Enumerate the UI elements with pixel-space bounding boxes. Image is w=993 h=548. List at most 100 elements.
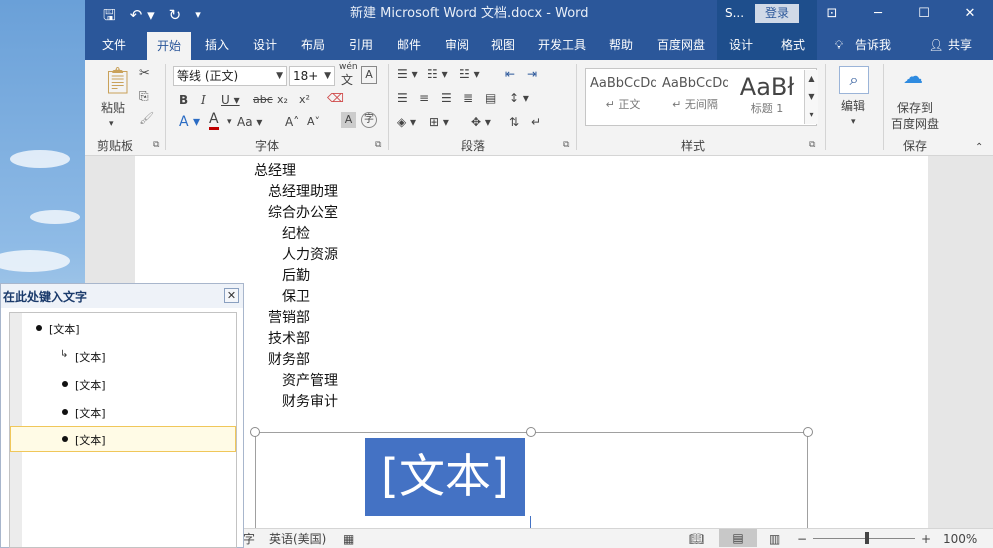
style-heading-1[interactable]: AaBł 标题 1: [734, 72, 800, 122]
tab-home[interactable]: 开始: [147, 32, 191, 60]
decrease-indent-icon[interactable]: ⇤: [505, 66, 515, 82]
paste-button[interactable]: 粘贴: [101, 100, 125, 116]
distributed-icon[interactable]: ▤: [485, 90, 496, 106]
smartart-shape[interactable]: [文本]: [365, 438, 525, 516]
customize-qat-icon[interactable]: ▾: [195, 0, 201, 30]
tab-layout[interactable]: 布局: [293, 30, 333, 60]
grow-font-icon[interactable]: A˄: [285, 114, 299, 130]
clipboard-launcher-icon[interactable]: ⧉: [153, 140, 159, 150]
editing-button[interactable]: 编辑: [841, 98, 865, 114]
zoom-slider-thumb[interactable]: [865, 532, 869, 544]
baidu-netdisk-icon[interactable]: ☁: [903, 66, 923, 86]
macro-recorder-icon[interactable]: ▦: [343, 531, 354, 547]
line-spacing-icon[interactable]: ↕ ▾: [509, 90, 529, 106]
tab-smartart-design[interactable]: 设计: [721, 30, 761, 60]
text-effects-icon[interactable]: A ▾: [179, 114, 200, 130]
align-center-icon[interactable]: ≡: [419, 90, 429, 106]
zoom-out-icon[interactable]: −: [797, 531, 807, 547]
list-item[interactable]: [文本]: [10, 371, 236, 397]
sort-icon[interactable]: ⇅: [509, 114, 519, 130]
login-button[interactable]: 登录: [755, 4, 799, 23]
shrink-font-icon[interactable]: A˅: [307, 114, 320, 130]
italic-icon[interactable]: I: [201, 92, 206, 108]
strikethrough-icon[interactable]: abc: [253, 92, 273, 108]
close-button[interactable]: ✕: [947, 0, 993, 30]
increase-indent-icon[interactable]: ⇥: [527, 66, 537, 82]
language-indicator[interactable]: 英语(美国): [269, 531, 326, 547]
minimize-button[interactable]: ─: [855, 0, 901, 30]
read-mode-icon[interactable]: 📖︎: [689, 531, 704, 547]
redo-icon[interactable]: ↻: [169, 0, 182, 30]
font-color-dropdown-icon[interactable]: ▾: [227, 114, 232, 130]
subscript-icon[interactable]: x₂: [277, 92, 288, 108]
save-icon[interactable]: 🖫: [103, 0, 116, 30]
clear-formatting-icon[interactable]: ⌫: [327, 90, 344, 106]
list-item-selected[interactable]: [文本]: [10, 426, 236, 452]
numbering-icon[interactable]: ☷ ▾: [427, 66, 448, 82]
cut-icon[interactable]: ✂: [139, 66, 150, 82]
underline-icon[interactable]: U ▾: [221, 92, 240, 108]
character-shading-icon[interactable]: A: [341, 112, 356, 128]
shading-icon[interactable]: ◈ ▾: [397, 114, 416, 130]
font-name-combo[interactable]: 等线 (正文) ▼: [173, 66, 287, 86]
ribbon-display-options-icon[interactable]: ⊡: [809, 0, 855, 30]
smartart-frame[interactable]: [255, 432, 808, 542]
font-size-combo[interactable]: 18+ ▼: [289, 66, 335, 86]
enclose-characters-icon[interactable]: 字: [361, 112, 377, 128]
resize-handle[interactable]: [526, 427, 536, 437]
tab-help[interactable]: 帮助: [601, 30, 641, 60]
web-layout-icon[interactable]: ▥: [769, 531, 780, 547]
tab-view[interactable]: 视图: [483, 30, 523, 60]
align-right-icon[interactable]: ☰: [441, 90, 452, 106]
character-border-icon[interactable]: A: [361, 66, 377, 84]
paste-icon[interactable]: 📋︎: [101, 66, 134, 96]
multilevel-list-icon[interactable]: ☳ ▾: [459, 66, 480, 82]
tab-insert[interactable]: 插入: [197, 30, 237, 60]
collapse-ribbon-icon[interactable]: ⌃: [975, 140, 983, 156]
format-painter-icon[interactable]: 🖌︎: [139, 110, 154, 126]
tab-mailings[interactable]: 邮件: [389, 30, 429, 60]
undo-icon[interactable]: ↶ ▾: [130, 0, 155, 30]
borders-icon[interactable]: ⊞ ▾: [429, 114, 449, 130]
style-normal[interactable]: AaBbCcDd ↵ 正文: [590, 72, 656, 122]
styles-scroll[interactable]: ▲ ▼ ▾: [804, 70, 818, 124]
paragraph-launcher-icon[interactable]: ⧉: [563, 140, 569, 150]
find-icon[interactable]: ⌕: [839, 66, 869, 94]
save-to-netdisk-line1[interactable]: 保存到: [897, 100, 933, 116]
maximize-button[interactable]: ☐: [901, 0, 947, 30]
change-case-icon[interactable]: Aa ▾: [237, 114, 262, 130]
tab-references[interactable]: 引用: [341, 30, 381, 60]
close-icon[interactable]: ✕: [224, 288, 239, 303]
list-item[interactable]: [文本]: [10, 399, 236, 425]
tab-format[interactable]: 格式: [773, 30, 813, 60]
zoom-in-icon[interactable]: +: [921, 531, 931, 547]
show-marks-icon[interactable]: ↵: [531, 114, 541, 130]
vertical-scrollbar[interactable]: [928, 156, 993, 528]
zoom-level[interactable]: 100%: [943, 531, 977, 547]
bold-icon[interactable]: B: [179, 92, 188, 108]
phonetic-guide-char[interactable]: 文: [341, 72, 353, 88]
resize-handle[interactable]: [250, 427, 260, 437]
copy-icon[interactable]: ⎘: [139, 88, 149, 104]
justify-icon[interactable]: ≣: [463, 90, 473, 106]
list-item[interactable]: ↳ [文本]: [10, 343, 236, 369]
font-launcher-icon[interactable]: ⧉: [375, 140, 381, 150]
tab-developer[interactable]: 开发工具: [531, 30, 593, 60]
list-item[interactable]: [文本]: [10, 315, 236, 341]
paste-dropdown-icon[interactable]: ▾: [109, 116, 114, 132]
resize-handle[interactable]: [803, 427, 813, 437]
editing-dropdown-icon[interactable]: ▾: [851, 114, 856, 130]
tab-file[interactable]: 文件: [93, 30, 135, 60]
tell-me-search[interactable]: 告诉我: [851, 30, 895, 60]
share-button[interactable]: 共享: [943, 30, 977, 60]
print-layout-icon[interactable]: ▤: [719, 529, 757, 547]
asian-layout-icon[interactable]: ✥ ▾: [471, 114, 491, 130]
styles-launcher-icon[interactable]: ⧉: [809, 140, 815, 150]
align-left-icon[interactable]: ☰: [397, 90, 408, 106]
font-color-icon[interactable]: A: [209, 112, 219, 130]
style-no-spacing[interactable]: AaBbCcDd ↵ 无间隔: [662, 72, 728, 122]
tab-review[interactable]: 审阅: [437, 30, 477, 60]
save-to-netdisk-line2[interactable]: 百度网盘: [891, 116, 939, 132]
zoom-slider[interactable]: [813, 538, 915, 539]
tab-design[interactable]: 设计: [245, 30, 285, 60]
